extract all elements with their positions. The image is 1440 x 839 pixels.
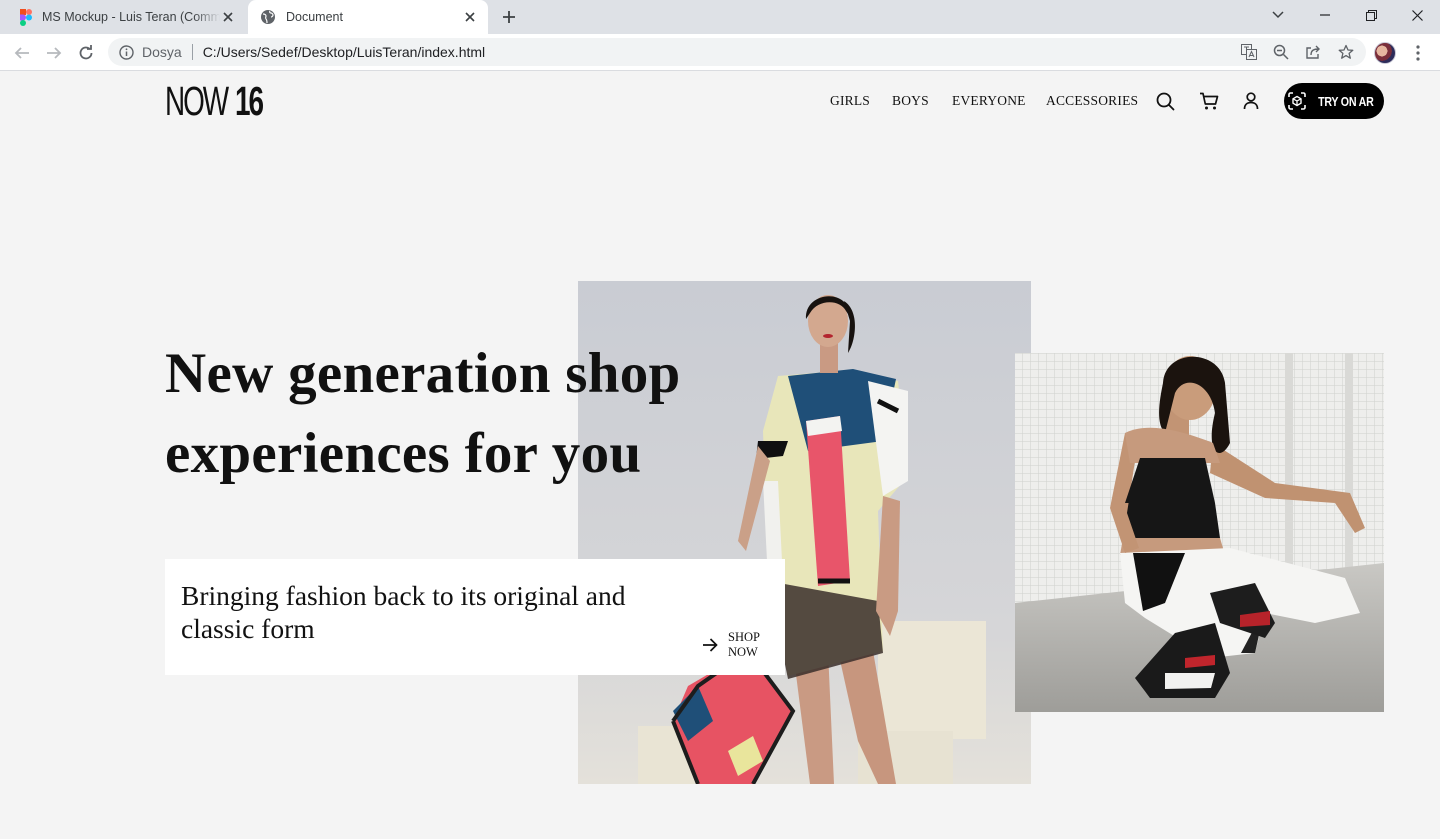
logo-text-now: NOW bbox=[165, 78, 229, 124]
reload-button[interactable] bbox=[73, 40, 99, 66]
shop-now-line-1: SHOP bbox=[728, 630, 760, 644]
new-tab-button[interactable] bbox=[499, 7, 519, 27]
more-vert-icon bbox=[1416, 45, 1420, 61]
hero-photo-crouching-model bbox=[1015, 353, 1384, 712]
tab-document[interactable]: Document bbox=[248, 0, 488, 34]
minimize-button[interactable] bbox=[1302, 0, 1348, 30]
restore-button[interactable] bbox=[1348, 0, 1394, 30]
hero-title-line-2: experiences for you bbox=[165, 422, 642, 485]
shop-now-label: SHOP NOW bbox=[728, 630, 768, 660]
address-bar[interactable]: Dosya C:/Users/Sedef/Desktop/LuisTeran/i… bbox=[108, 38, 1366, 66]
tab-ms-mockup[interactable]: MS Mockup - Luis Teran (Community) bbox=[8, 0, 246, 34]
hero-title-line-1: New generation shop bbox=[165, 342, 681, 405]
cart-icon[interactable] bbox=[1197, 89, 1221, 113]
try-on-ar-label: TRY ON AR bbox=[1318, 93, 1374, 109]
reload-icon bbox=[78, 45, 94, 61]
user-icon[interactable] bbox=[1239, 89, 1263, 113]
close-icon[interactable] bbox=[220, 9, 236, 25]
shop-now-link[interactable]: SHOP NOW bbox=[702, 630, 768, 660]
nav-link-accessories[interactable]: ACCESSORIES bbox=[1046, 93, 1138, 109]
share-icon[interactable] bbox=[1302, 38, 1324, 66]
nav-link-everyone[interactable]: EVERYONE bbox=[952, 93, 1026, 109]
tab-search-button[interactable] bbox=[1255, 0, 1301, 30]
chevron-down-icon bbox=[1272, 11, 1284, 19]
forward-button[interactable] bbox=[41, 40, 67, 66]
arrow-right-icon bbox=[702, 638, 718, 652]
close-icon bbox=[1411, 9, 1423, 21]
address-url[interactable]: C:/Users/Sedef/Desktop/LuisTeran/index.h… bbox=[203, 44, 485, 60]
bookmark-star-icon[interactable] bbox=[1335, 38, 1357, 66]
figma-icon bbox=[20, 8, 32, 26]
nav-link-girls[interactable]: GIRLS bbox=[830, 93, 870, 109]
back-button[interactable] bbox=[9, 40, 35, 66]
arrow-right-icon bbox=[46, 45, 62, 61]
hero-title: New generation shop experiences for you bbox=[165, 334, 765, 494]
close-icon[interactable] bbox=[462, 9, 478, 25]
hero-card-text: Bringing fashion back to its original an… bbox=[181, 580, 626, 644]
address-site-label: Dosya bbox=[142, 44, 182, 60]
nav-link-boys[interactable]: BOYS bbox=[892, 93, 929, 109]
tab-title: MS Mockup - Luis Teran (Community) bbox=[42, 10, 220, 24]
translate-icon[interactable] bbox=[1238, 38, 1260, 66]
browser-menu-button[interactable] bbox=[1408, 41, 1428, 65]
search-icon[interactable] bbox=[1153, 89, 1177, 113]
address-divider bbox=[191, 44, 193, 60]
zoom-out-icon[interactable] bbox=[1270, 38, 1292, 66]
ar-scan-icon bbox=[1288, 92, 1306, 110]
logo-text-number: 16 bbox=[235, 78, 264, 124]
tab-title: Document bbox=[286, 10, 343, 24]
shop-now-line-2: NOW bbox=[728, 645, 758, 659]
browser-tabstrip: MS Mockup - Luis Teran (Community) Docum… bbox=[0, 0, 1440, 34]
globe-icon bbox=[260, 9, 276, 25]
browser-toolbar: Dosya C:/Users/Sedef/Desktop/LuisTeran/i… bbox=[0, 34, 1440, 71]
minimize-icon bbox=[1320, 14, 1330, 16]
hero-card: Bringing fashion back to its original an… bbox=[165, 559, 785, 675]
restore-icon bbox=[1365, 9, 1377, 21]
window-close-button[interactable] bbox=[1394, 0, 1440, 30]
arrow-left-icon bbox=[14, 45, 30, 61]
try-on-ar-button[interactable]: TRY ON AR bbox=[1284, 83, 1384, 119]
site-logo[interactable]: NOW 16 bbox=[165, 78, 275, 124]
web-page: NOW 16 GIRLS BOYS EVERYONE ACCESSORIES T… bbox=[0, 72, 1440, 839]
info-icon[interactable] bbox=[118, 44, 134, 60]
profile-avatar[interactable] bbox=[1374, 42, 1396, 64]
